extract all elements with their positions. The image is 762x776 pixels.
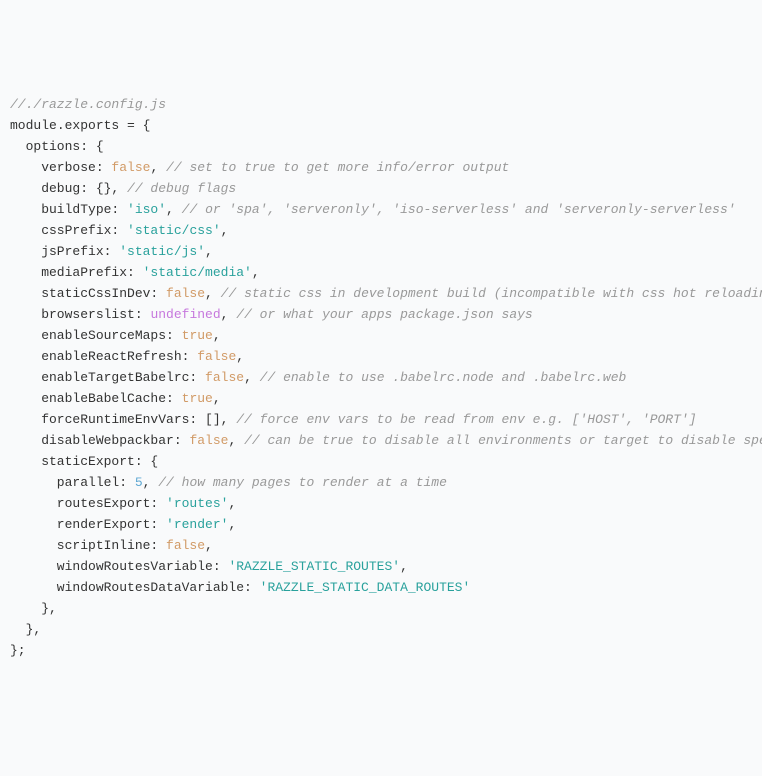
code-line: renderExport: 'render', [10, 517, 236, 532]
code-line: routesExport: 'routes', [10, 496, 236, 511]
code-line: }; [10, 643, 26, 658]
code-comment: //./razzle.config.js [10, 97, 166, 112]
code-line: disableWebpackbar: false, // can be true… [10, 433, 762, 448]
code-line: options: { [10, 139, 104, 154]
code-line: browserslist: undefined, // or what your… [10, 307, 533, 322]
code-line: forceRuntimeEnvVars: [], // force env va… [10, 412, 697, 427]
code-line: windowRoutesDataVariable: 'RAZZLE_STATIC… [10, 580, 470, 595]
code-line: module.exports = { [10, 118, 150, 133]
code-line: }, [10, 601, 57, 616]
code-line: windowRoutesVariable: 'RAZZLE_STATIC_ROU… [10, 559, 408, 574]
code-line: enableTargetBabelrc: false, // enable to… [10, 370, 626, 385]
code-line: debug: {}, // debug flags [10, 181, 236, 196]
code-line: parallel: 5, // how many pages to render… [10, 475, 447, 490]
code-line: scriptInline: false, [10, 538, 213, 553]
code-line: mediaPrefix: 'static/media', [10, 265, 260, 280]
code-line: }, [10, 622, 41, 637]
code-line: enableBabelCache: true, [10, 391, 221, 406]
code-line: enableSourceMaps: true, [10, 328, 221, 343]
code-line: jsPrefix: 'static/js', [10, 244, 213, 259]
code-line: buildType: 'iso', // or 'spa', 'serveron… [10, 202, 736, 217]
code-line: enableReactRefresh: false, [10, 349, 244, 364]
code-line: verbose: false, // set to true to get mo… [10, 160, 509, 175]
code-block: //./razzle.config.js module.exports = { … [10, 94, 752, 661]
code-line: cssPrefix: 'static/css', [10, 223, 228, 238]
code-line: staticExport: { [10, 454, 158, 469]
code-line: staticCssInDev: false, // static css in … [10, 286, 762, 301]
